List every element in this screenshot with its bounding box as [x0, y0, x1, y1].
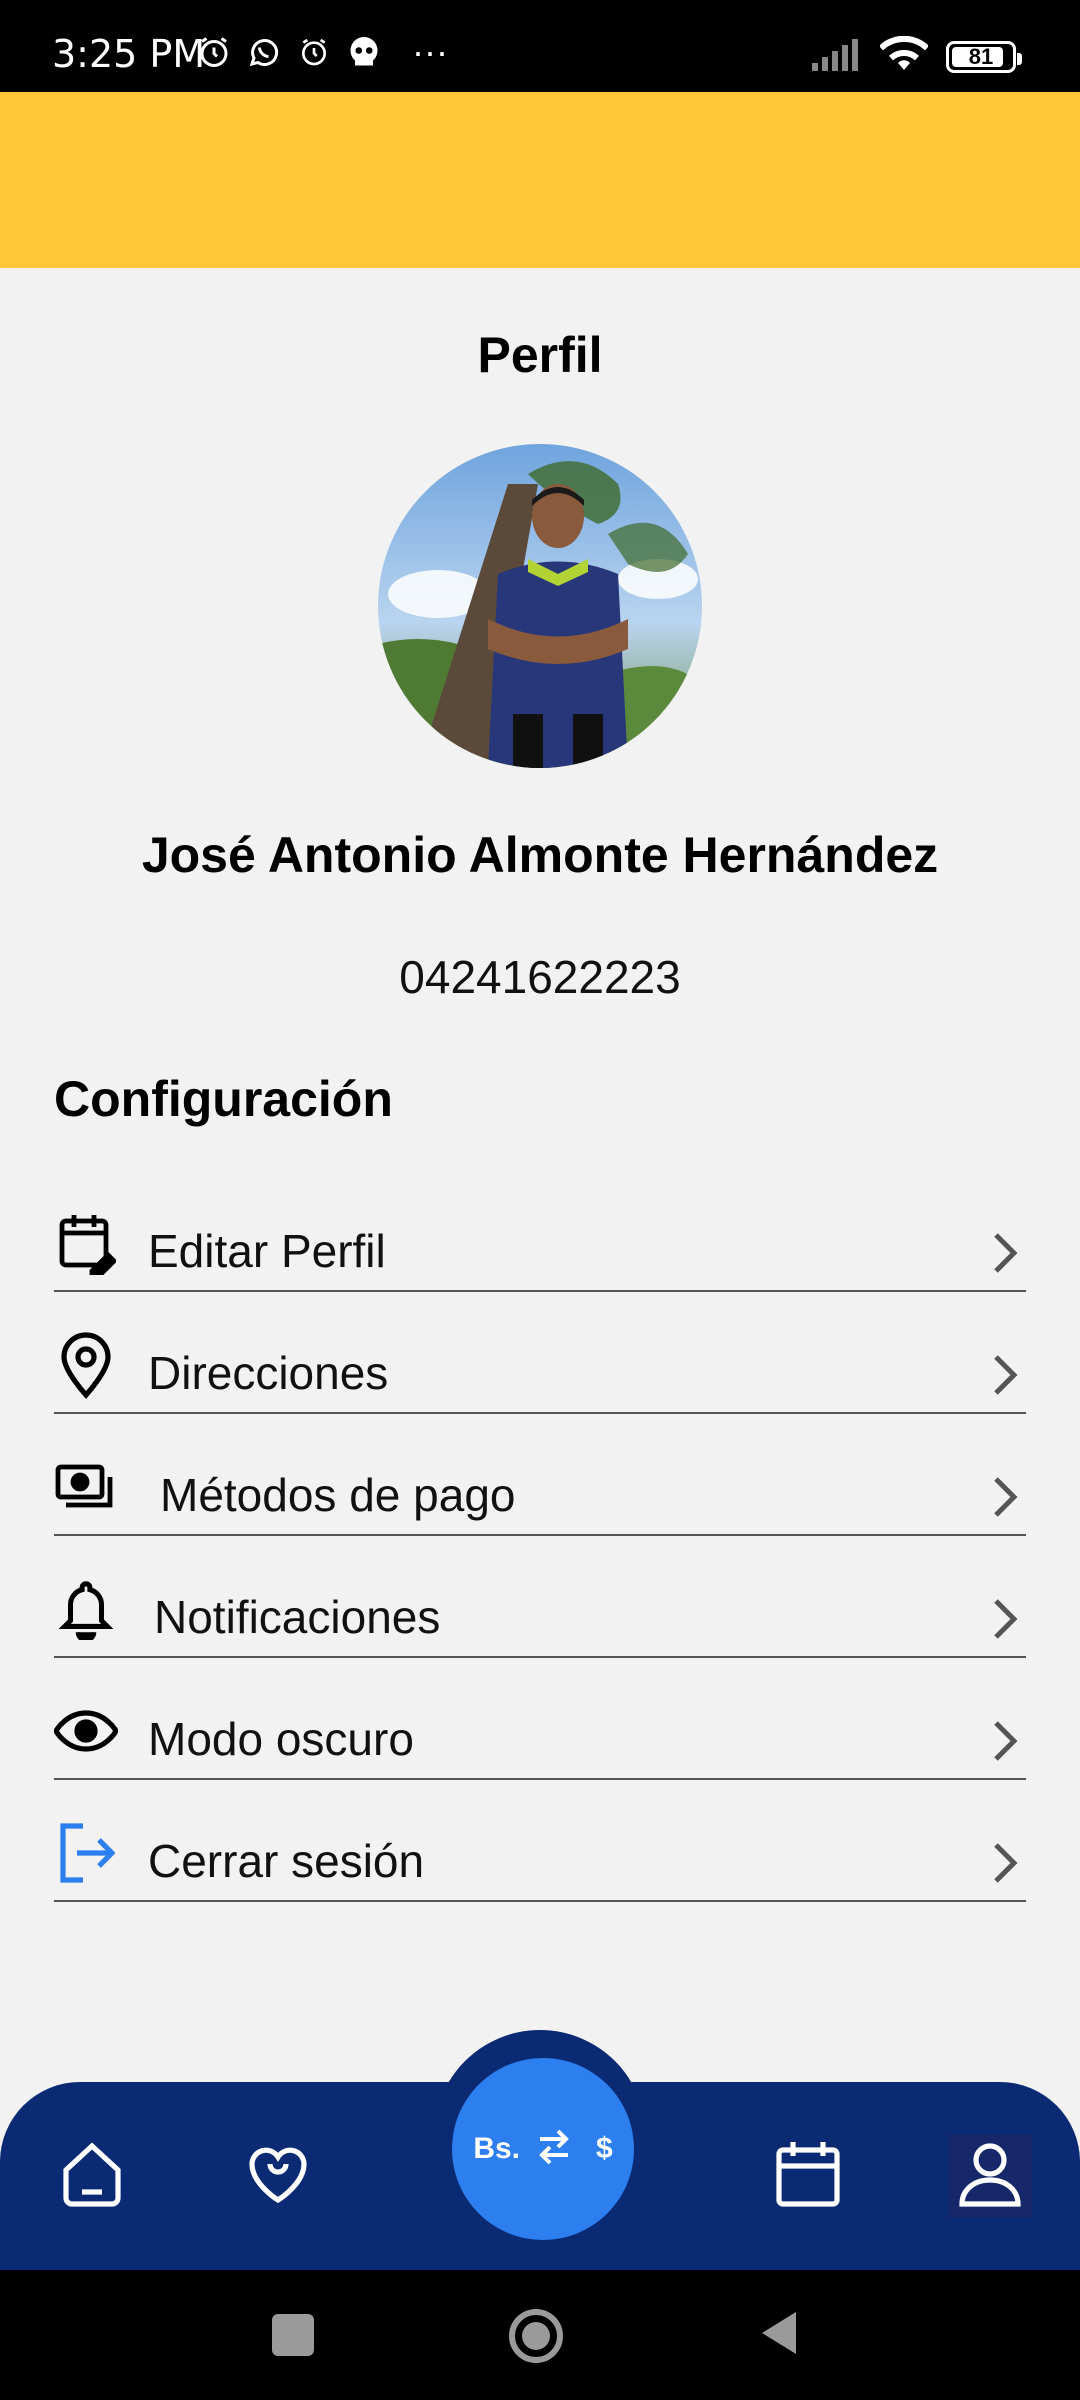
avatar[interactable] — [378, 444, 702, 768]
wifi-icon — [879, 35, 929, 77]
header-band — [0, 92, 1080, 268]
battery-level: 81 — [968, 43, 994, 69]
bell-icon — [54, 1574, 118, 1644]
menu-item-notifications[interactable]: Notificaciones — [54, 1536, 1026, 1658]
battery-icon: 81 — [946, 40, 1022, 73]
nav-favorites-button[interactable] — [236, 2134, 320, 2218]
currency-usd-label: $ — [596, 2132, 613, 2165]
skull-icon — [346, 34, 382, 70]
page-title: Perfil — [477, 327, 603, 383]
menu-item-payment-methods[interactable]: Métodos de pago — [54, 1414, 1026, 1536]
nav-profile-button[interactable] — [948, 2134, 1032, 2218]
calendar-edit-icon — [54, 1208, 118, 1278]
home-system-button[interactable] — [508, 2308, 564, 2369]
chevron-right-icon — [986, 1838, 1026, 1888]
chevron-right-icon — [986, 1228, 1026, 1278]
recents-button[interactable] — [270, 2312, 316, 2358]
chevron-right-icon — [986, 1472, 1026, 1522]
user-name: José Antonio Almonte Hernández — [141, 827, 939, 883]
chevron-right-icon — [986, 1594, 1026, 1644]
user-phone: 04241622223 — [399, 951, 681, 1003]
circle-icon — [508, 2308, 564, 2369]
status-system-icons: 81 — [810, 35, 1022, 77]
location-pin-icon — [54, 1330, 118, 1400]
menu-item-logout[interactable]: Cerrar sesión — [54, 1780, 1026, 1902]
back-button[interactable] — [756, 2310, 802, 2361]
nav-home-button[interactable] — [50, 2134, 134, 2218]
menu-item-label: Direcciones — [148, 1347, 389, 1399]
square-icon — [272, 2314, 314, 2356]
menu-item-label: Cerrar sesión — [148, 1835, 425, 1887]
user-icon — [954, 2138, 1026, 2215]
system-nav-bar — [0, 2270, 1080, 2400]
nav-calendar-button[interactable] — [766, 2134, 850, 2218]
menu-item-edit-profile[interactable]: Editar Perfil — [54, 1170, 1026, 1292]
payment-icon — [54, 1452, 118, 1522]
back-triangle-icon — [758, 2310, 800, 2361]
eye-icon — [54, 1696, 118, 1766]
chevron-right-icon — [986, 1350, 1026, 1400]
exchange-arrows-icon — [534, 2127, 574, 2172]
status-notification-icons: ··· — [196, 34, 448, 70]
settings-menu: Editar Perfil Direcciones Métodos de pag… — [54, 1170, 1026, 1902]
status-bar: 3:25 PM ··· 81 — [0, 0, 1080, 92]
alarm-icon — [296, 34, 332, 70]
chevron-right-icon — [986, 1716, 1026, 1766]
heart-icon — [242, 2138, 314, 2215]
more-notifications-indicator: ··· — [412, 31, 448, 72]
calendar-icon — [773, 2138, 843, 2215]
settings-title: Configuración — [54, 1071, 393, 1127]
currency-exchange-button[interactable]: Bs. $ — [452, 2058, 634, 2240]
menu-item-label: Notificaciones — [154, 1591, 441, 1643]
currency-bs-label: Bs. — [473, 2132, 520, 2165]
status-time: 3:25 PM — [52, 32, 206, 76]
menu-item-dark-mode[interactable]: Modo oscuro — [54, 1658, 1026, 1780]
signal-icon — [810, 37, 862, 76]
menu-item-addresses[interactable]: Direcciones — [54, 1292, 1026, 1414]
menu-item-label: Métodos de pago — [160, 1469, 516, 1521]
logout-icon — [54, 1818, 118, 1888]
whatsapp-icon — [246, 34, 282, 70]
home-icon — [56, 2138, 128, 2215]
menu-item-label: Modo oscuro — [148, 1713, 414, 1765]
alarm-icon — [196, 34, 232, 70]
menu-item-label: Editar Perfil — [148, 1225, 386, 1277]
